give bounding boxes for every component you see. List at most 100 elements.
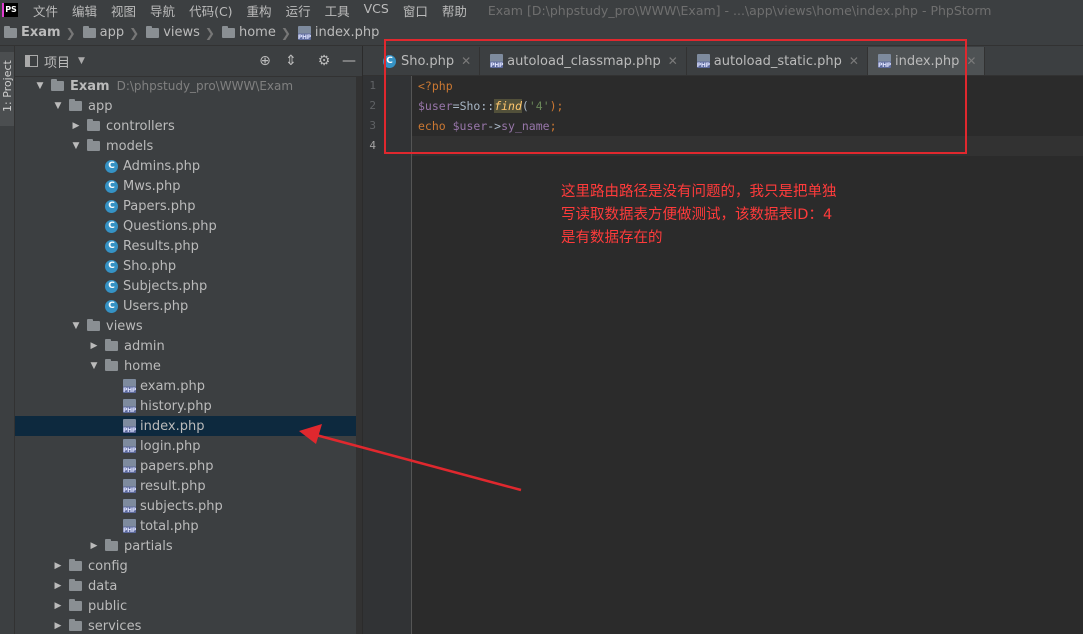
folder-icon bbox=[82, 25, 96, 38]
tree-file[interactable]: C Subjects.php bbox=[15, 276, 362, 296]
tree-file[interactable]: history.php bbox=[15, 396, 362, 416]
menu-item[interactable]: 运行 bbox=[279, 1, 318, 20]
breadcrumb-label: views bbox=[163, 25, 200, 40]
line-number: 3 bbox=[369, 119, 376, 132]
project-panel-header: 项目 ▼ ⊕ ⇕ ⚙ — bbox=[15, 46, 362, 77]
tree-folder[interactable]: ▶ data bbox=[15, 576, 362, 596]
locate-icon[interactable]: ⊕ bbox=[257, 53, 273, 69]
tree-file[interactable]: exam.php bbox=[15, 376, 362, 396]
tree-item-label: Exam bbox=[70, 78, 110, 94]
tree-file[interactable]: subjects.php bbox=[15, 496, 362, 516]
folder-icon bbox=[87, 319, 100, 331]
tree-folder[interactable]: ▼ models bbox=[15, 136, 362, 156]
expanded-arrow-icon[interactable]: ▼ bbox=[69, 321, 83, 331]
class-icon: C bbox=[105, 159, 118, 173]
tree-file[interactable]: C Users.php bbox=[15, 296, 362, 316]
menu-item[interactable]: 帮助 bbox=[435, 1, 474, 20]
menu-item[interactable]: 编辑 bbox=[65, 1, 104, 20]
menu-item[interactable]: 工具 bbox=[318, 1, 357, 20]
class-icon: C bbox=[105, 199, 118, 213]
collapsed-arrow-icon[interactable]: ▶ bbox=[51, 601, 65, 611]
menu-item[interactable]: 导航 bbox=[143, 1, 182, 20]
menu-item[interactable]: 窗口 bbox=[396, 1, 435, 20]
tree-file[interactable]: result.php bbox=[15, 476, 362, 496]
close-icon[interactable]: ✕ bbox=[966, 54, 976, 68]
menu-item[interactable]: 重构 bbox=[240, 1, 279, 20]
project-panel: 项目 ▼ ⊕ ⇕ ⚙ — ▼ Exam D:\phpstudy_pro\WWW\Ex… bbox=[15, 46, 362, 634]
window-title: Exam [D:\phpstudy_pro\WWW\Exam] - ...\ap… bbox=[487, 2, 992, 18]
tree-file[interactable]: login.php bbox=[15, 436, 362, 456]
expanded-arrow-icon[interactable]: ▼ bbox=[87, 361, 101, 371]
breadcrumb-item[interactable]: views ❯ bbox=[142, 25, 218, 40]
tree-file[interactable]: index.php bbox=[15, 416, 362, 436]
tree-file[interactable]: C Questions.php bbox=[15, 216, 362, 236]
tree-item-label: partials bbox=[124, 538, 173, 554]
collapsed-arrow-icon[interactable]: ▶ bbox=[87, 341, 101, 351]
code-editor[interactable]: <?php $user=Sho::find('4'); echo $user->sy… bbox=[412, 76, 1083, 634]
menu-items: 文件 编辑 视图 导航 代码(C) 重构 运行 工具 VCS 窗口 帮助 bbox=[26, 1, 474, 20]
gear-icon[interactable]: ⚙ bbox=[316, 53, 332, 69]
app-logo: PS bbox=[2, 3, 18, 17]
folder-icon bbox=[69, 579, 82, 591]
tree-item-label: services bbox=[88, 618, 142, 634]
breadcrumb-item[interactable]: Exam ❯ bbox=[0, 25, 79, 40]
php-file-icon bbox=[123, 519, 136, 534]
project-tool-tab[interactable]: 1: Project bbox=[0, 52, 14, 126]
tree-item-label: controllers bbox=[106, 118, 175, 134]
tree-file[interactable]: total.php bbox=[15, 516, 362, 536]
left-tool-stripe bbox=[0, 46, 15, 634]
collapsed-arrow-icon[interactable]: ▶ bbox=[51, 621, 65, 631]
project-view-icon bbox=[25, 55, 38, 67]
tree-folder[interactable]: ▶ services bbox=[15, 616, 362, 634]
php-file-icon bbox=[123, 499, 136, 514]
tree-file[interactable]: C Mws.php bbox=[15, 176, 362, 196]
project-path: D:\phpstudy_pro\WWW\Exam bbox=[116, 79, 294, 93]
folder-icon bbox=[105, 359, 118, 371]
collapsed-arrow-icon[interactable]: ▶ bbox=[87, 541, 101, 551]
class-icon: C bbox=[105, 239, 118, 253]
tree-file[interactable]: C Papers.php bbox=[15, 196, 362, 216]
menu-item[interactable]: VCS bbox=[357, 1, 396, 20]
folder-icon bbox=[87, 119, 100, 131]
tree-folder[interactable]: ▶ admin bbox=[15, 336, 362, 356]
tree-file[interactable]: C Admins.php bbox=[15, 156, 362, 176]
collapsed-arrow-icon[interactable]: ▶ bbox=[51, 561, 65, 571]
tree-item-label: exam.php bbox=[140, 378, 205, 394]
collapsed-arrow-icon[interactable]: ▶ bbox=[69, 121, 83, 131]
expanded-arrow-icon[interactable]: ▼ bbox=[33, 81, 47, 91]
collapsed-arrow-icon[interactable]: ▶ bbox=[51, 581, 65, 591]
folder-icon bbox=[4, 25, 17, 38]
tree-item-label: Subjects.php bbox=[123, 278, 208, 294]
hide-icon[interactable]: — bbox=[341, 53, 357, 69]
tree-folder[interactable]: ▶ controllers bbox=[15, 116, 362, 136]
tree-file[interactable]: C Sho.php bbox=[15, 256, 362, 276]
php-file-icon bbox=[123, 439, 136, 454]
tree-folder[interactable]: ▶ config bbox=[15, 556, 362, 576]
editor-gutter: 1 2 3 4 bbox=[363, 76, 412, 634]
tree-folder[interactable]: ▶ partials bbox=[15, 536, 362, 556]
tree-folder[interactable]: ▼ views bbox=[15, 316, 362, 336]
expanded-arrow-icon[interactable]: ▼ bbox=[69, 141, 83, 151]
menu-item[interactable]: 代码(C) bbox=[182, 1, 239, 20]
tree-file[interactable]: papers.php bbox=[15, 456, 362, 476]
tree-item-label: papers.php bbox=[140, 458, 214, 474]
chevron-down-icon[interactable]: ▼ bbox=[78, 56, 85, 66]
breadcrumb-label: Exam bbox=[21, 25, 61, 40]
expanded-arrow-icon[interactable]: ▼ bbox=[51, 101, 65, 111]
tree-folder[interactable]: ▼ Exam D:\phpstudy_pro\WWW\Exam bbox=[15, 76, 362, 96]
breadcrumb-item[interactable]: app ❯ bbox=[79, 25, 143, 40]
tree-folder[interactable]: ▶ public bbox=[15, 596, 362, 616]
tree-folder[interactable]: ▼ app bbox=[15, 96, 362, 116]
menu-item[interactable]: 文件 bbox=[26, 1, 65, 20]
tree-file[interactable]: C Results.php bbox=[15, 236, 362, 256]
breadcrumb-item[interactable]: index.php bbox=[294, 25, 379, 41]
menu-item[interactable]: 视图 bbox=[104, 1, 143, 20]
collapse-all-icon[interactable]: ⇕ bbox=[283, 53, 299, 69]
breadcrumb-item[interactable]: home ❯ bbox=[218, 25, 294, 40]
tree-item-label: total.php bbox=[140, 518, 199, 534]
tree-item-label: public bbox=[88, 598, 128, 614]
tree-folder[interactable]: ▼ home bbox=[15, 356, 362, 376]
php-file-icon bbox=[123, 479, 136, 494]
project-tree: ▼ Exam D:\phpstudy_pro\WWW\Exam ▼ app ▶ contro… bbox=[15, 76, 362, 634]
project-view-title[interactable]: 项目 bbox=[44, 52, 70, 71]
